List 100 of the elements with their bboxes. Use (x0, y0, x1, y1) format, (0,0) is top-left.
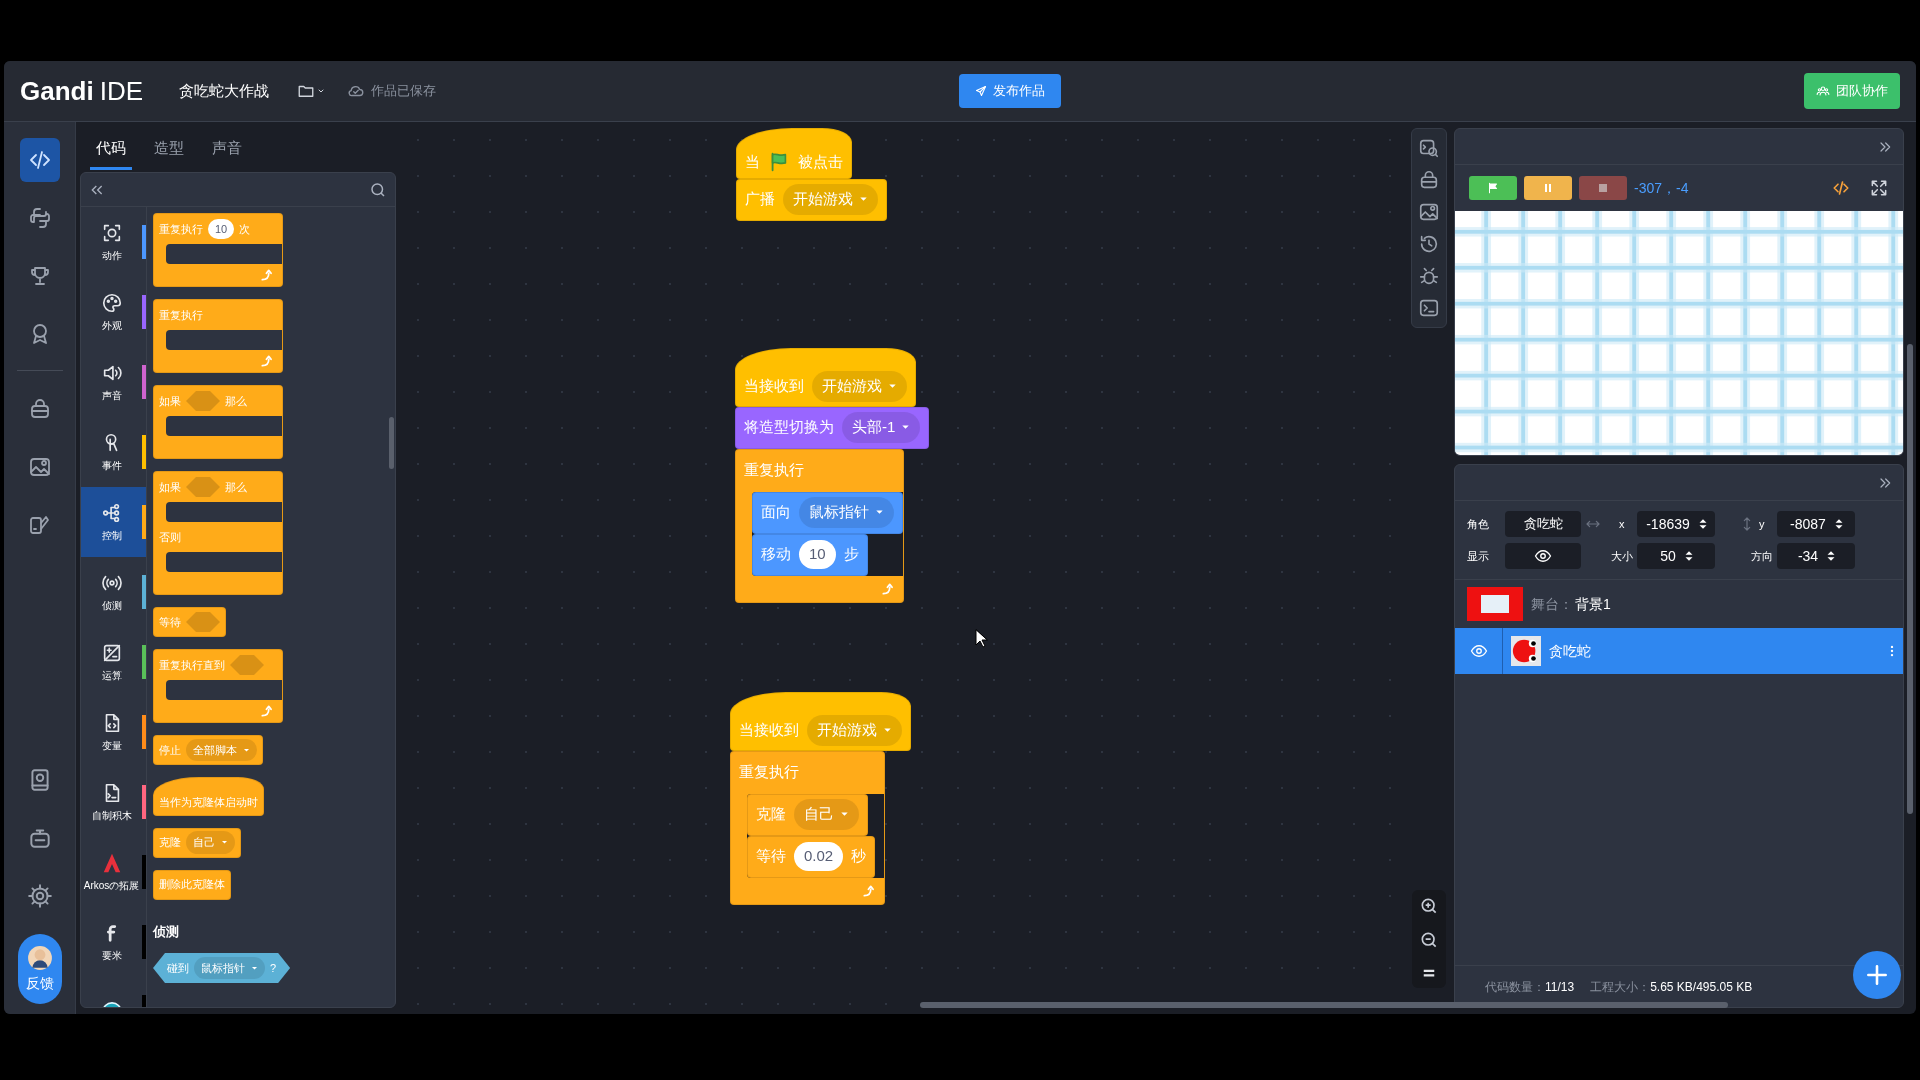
send-icon (975, 85, 987, 97)
code-button[interactable] (19, 138, 60, 182)
zoom-out-icon[interactable] (1419, 930, 1439, 950)
project-size: 5.65 KB/495.05 KB (1650, 978, 1753, 996)
number-field[interactable]: 10 (799, 540, 836, 569)
settings-icon (26, 883, 53, 909)
team-button[interactable]: 团队协作 (1804, 73, 1900, 109)
avatar-icon (26, 944, 53, 971)
category-item[interactable]: 外观 (81, 277, 146, 347)
boolean-block[interactable]: 碰到 鼠标指针 ? (153, 953, 291, 983)
code-block[interactable]: 面向 鼠标指针 (752, 491, 903, 534)
bug-icon[interactable] (1418, 265, 1440, 287)
tab[interactable]: 造型 (148, 130, 190, 170)
cursor-icon (974, 628, 990, 648)
block-label: 克隆 (159, 835, 181, 851)
terminal-icon[interactable] (1418, 297, 1440, 319)
code-icon[interactable] (1832, 179, 1850, 197)
sprite-row[interactable]: 贪吃蛇 (1455, 628, 1903, 674)
eye-icon[interactable] (1469, 642, 1488, 660)
direction-label: 方向 (1751, 548, 1773, 564)
search-icon[interactable] (369, 180, 387, 199)
category-item[interactable]: Arkosの拓展 (81, 837, 146, 907)
block-label: 广播 (745, 189, 775, 210)
save-status: 作品已保存 (371, 82, 436, 101)
x-field[interactable]: -18639 (1637, 511, 1715, 537)
sprite-name-label: 角色 (1467, 516, 1490, 532)
block-label: 移动 (761, 544, 791, 565)
scrollbar[interactable] (1907, 344, 1913, 814)
visibility-toggle[interactable] (1505, 543, 1581, 569)
direction-field[interactable]: -34 (1777, 543, 1855, 569)
scrollbar[interactable] (389, 417, 394, 469)
category-item[interactable]: 要米 (81, 907, 146, 977)
image-icon[interactable] (1418, 201, 1440, 223)
size-label: 大小 (1611, 548, 1633, 564)
category-item[interactable]: 运算 (81, 627, 146, 697)
x-label: x (1619, 516, 1626, 532)
block-label: ? (270, 960, 277, 976)
category-item[interactable]: 事件 (81, 417, 146, 487)
history-icon[interactable] (1418, 233, 1440, 255)
category-item[interactable]: 侦测 (81, 557, 146, 627)
code-block[interactable]: 等待 0.02 秒 (747, 835, 876, 878)
code-block[interactable]: 重复执行 面向 鼠标指针 移动 10 步 (735, 448, 904, 603)
dropdown-field[interactable]: 头部-1 (842, 412, 921, 443)
code-block[interactable]: 重复执行 克隆 自己 等待 0.02 秒 (730, 750, 885, 905)
y-field[interactable]: -8087 (1777, 511, 1855, 537)
block-label: 重复执行 (739, 762, 799, 783)
block-label: 克隆 (756, 804, 786, 825)
block-label: 等待 (756, 846, 786, 867)
tab[interactable]: 声音 (206, 130, 248, 170)
category-item[interactable]: 变量 (81, 697, 146, 767)
sprite-thumbnail (1511, 636, 1541, 666)
code-block[interactable]: 重复执行 10 次 (153, 213, 283, 287)
stage-label: 舞台： (1531, 594, 1573, 614)
category-item[interactable]: 控制 (81, 487, 146, 557)
code-block[interactable]: 克隆 自己 (153, 827, 241, 858)
scrollbar[interactable] (920, 1002, 1728, 1008)
dropdown-field[interactable]: 鼠标指针 (799, 497, 894, 528)
code-block[interactable]: 停止 全部脚本 (153, 735, 263, 765)
code-block[interactable]: 移动 10 步 (752, 533, 868, 576)
category-item[interactable]: 声音 (81, 347, 146, 417)
code-count-label: 代码数量： (1485, 978, 1545, 996)
block-label: 重复执行 (159, 221, 203, 237)
number-field[interactable]: 0.02 (794, 842, 844, 871)
zoom-in-icon[interactable] (1419, 896, 1439, 916)
sprite-name-field[interactable]: 贪吃蛇 (1505, 511, 1581, 537)
category-item[interactable]: 动作 (81, 207, 146, 277)
stage-thumbnail[interactable] (1467, 587, 1523, 621)
block-label: 当作为克隆体启动时 (159, 795, 258, 810)
category-item[interactable]: 自制积木 (81, 767, 146, 837)
fullscreen-icon[interactable] (1869, 178, 1889, 198)
code-block[interactable]: 将造型切换为 头部-1 (735, 406, 930, 449)
brush-icon (27, 513, 52, 537)
mouse-coordinates: -307，-4 (1634, 178, 1689, 198)
number-field[interactable]: 10 (208, 218, 235, 240)
logo-text: Gandi (20, 74, 94, 108)
publish-button[interactable]: 发布作品 (959, 74, 1061, 108)
size-field[interactable]: 50 (1637, 543, 1715, 569)
block-label: 秒 (851, 846, 867, 867)
caret-icon (901, 423, 911, 432)
show-label: 显示 (1467, 548, 1490, 564)
caret-icon (243, 746, 250, 754)
plus-icon (1864, 962, 1890, 988)
dropdown-field[interactable]: 自己 (186, 831, 235, 854)
code-block[interactable]: 克隆 自己 (747, 793, 868, 836)
block-label: 等待 (159, 614, 181, 630)
add-sprite-button[interactable] (1853, 951, 1901, 999)
project-size-label: 工程大小： (1590, 978, 1651, 996)
image-icon (27, 455, 52, 479)
sprite-name: 贪吃蛇 (1549, 641, 1592, 661)
dropdown-field[interactable]: 自己 (794, 799, 859, 830)
block-label: 如果 (159, 393, 181, 409)
stop-button[interactable] (1579, 176, 1627, 200)
dropdown-field[interactable]: 鼠标指针 (194, 956, 265, 980)
feedback-button[interactable]: 反馈 (17, 934, 62, 1004)
logo-text: IDE (99, 74, 143, 108)
code-icon (27, 148, 52, 172)
pause-icon (1542, 182, 1554, 194)
dropdown-field[interactable]: 全部脚本 (186, 738, 257, 762)
code-count: 11/13 (1545, 978, 1575, 996)
search-code-icon[interactable] (1418, 137, 1440, 159)
